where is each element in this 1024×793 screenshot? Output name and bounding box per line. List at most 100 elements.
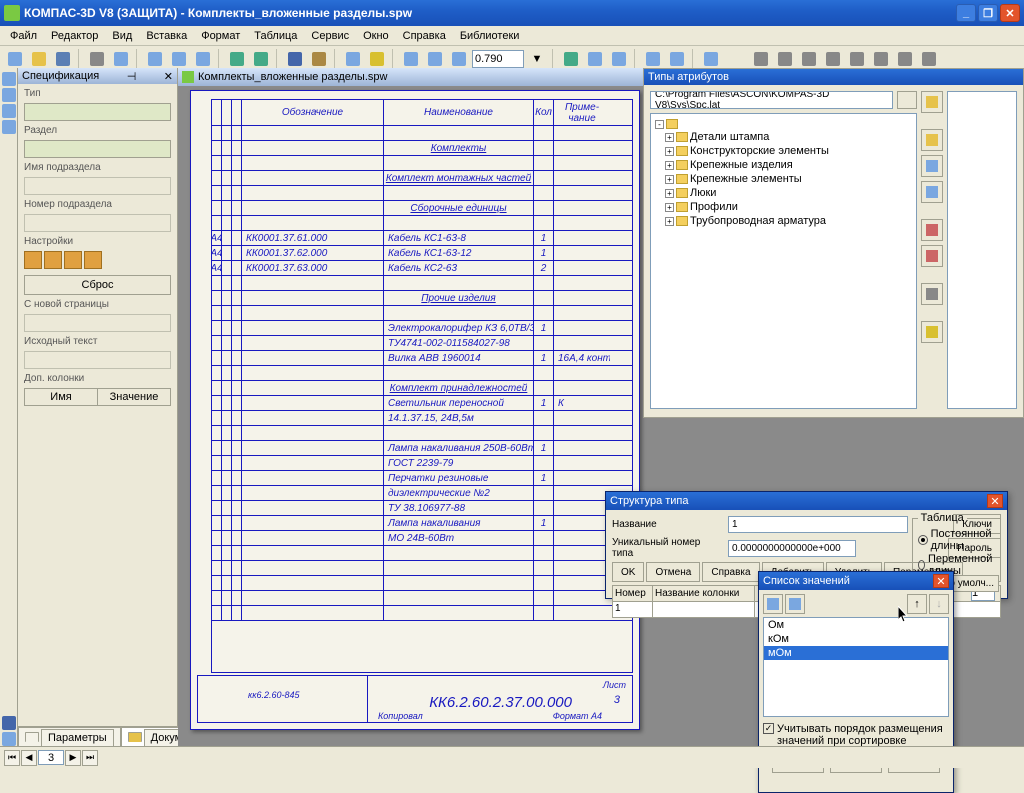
vlist-del-button[interactable] <box>785 594 805 614</box>
struct-cell-name[interactable] <box>653 602 755 617</box>
tb-zoom-out[interactable] <box>448 48 470 70</box>
values-list-header[interactable]: Список значений ✕ <box>759 572 953 590</box>
tb-grid2[interactable] <box>666 48 688 70</box>
menu-insert[interactable]: Вставка <box>140 28 193 44</box>
tb-cut[interactable] <box>144 48 166 70</box>
type-field[interactable] <box>24 103 171 121</box>
tb-save[interactable] <box>52 48 74 70</box>
tree-node[interactable]: +Трубопроводная арматура <box>653 214 914 228</box>
attr-path-field[interactable]: C:\Program Files\ASCON\KOMPAS-3D V8\Sys\… <box>650 91 893 109</box>
tb-redo[interactable] <box>250 48 272 70</box>
tb-fx[interactable] <box>284 48 306 70</box>
tree-node[interactable]: +Профили <box>653 200 914 214</box>
table-row[interactable]: Перчатки резиновые1 <box>212 471 632 486</box>
tb-paste[interactable] <box>192 48 214 70</box>
table-row[interactable]: ТУ 38.106977-88 <box>212 501 632 516</box>
table-row[interactable]: ГОСТ 2239-79 <box>212 456 632 471</box>
swatch-3[interactable] <box>64 251 82 269</box>
table-row[interactable]: А4КК0001.37.63.000Кабель КС2-632 <box>212 261 632 276</box>
vlist-sort-check[interactable]: Учитывать порядок размещения значений пр… <box>763 723 949 747</box>
page-input[interactable] <box>38 750 64 765</box>
table-row[interactable]: диэлектрические №2 <box>212 486 632 501</box>
menu-table[interactable]: Таблица <box>248 28 303 44</box>
table-row[interactable]: ТУ4741-002-011584027-98 <box>212 336 632 351</box>
tab-params[interactable]: Параметры <box>18 727 121 746</box>
table-row[interactable]: Вилка АВВ 1960014116А,4 конт <box>212 351 632 366</box>
struct-cancel-button[interactable]: Отмена <box>646 562 700 582</box>
values-listbox[interactable]: Ом кОм мОм <box>763 617 949 717</box>
tb-help[interactable] <box>366 48 388 70</box>
vbtn-3[interactable] <box>2 104 16 118</box>
tb-zoom-in[interactable] <box>424 48 446 70</box>
tree-node[interactable]: +Крепежные элементы <box>653 172 914 186</box>
tb-grid[interactable] <box>642 48 664 70</box>
menu-libraries[interactable]: Библиотеки <box>454 28 526 44</box>
attr-btn-del2[interactable] <box>921 245 943 267</box>
vlist-up-button[interactable]: ↑ <box>907 594 927 614</box>
spec-panel-pin-icon[interactable]: ⊣ <box>127 70 137 83</box>
page-next-button[interactable]: ▶ <box>65 750 81 766</box>
spec-panel-close-icon[interactable]: ✕ <box>164 70 173 83</box>
attr-tree[interactable]: - +Детали штампа +Конструкторские элемен… <box>650 113 917 409</box>
table-row[interactable]: 14.1.37.15, 24В,5м <box>212 411 632 426</box>
tb-g4[interactable] <box>822 48 844 70</box>
tb-g8[interactable] <box>918 48 940 70</box>
tb-preview[interactable] <box>110 48 132 70</box>
tb-zoom-dropdown[interactable]: ▼ <box>526 48 548 70</box>
attr-btn-new[interactable] <box>921 129 943 151</box>
maximize-button[interactable]: ❐ <box>978 4 998 22</box>
page-last-button[interactable]: ⏭ <box>82 750 98 766</box>
tb-print[interactable] <box>86 48 108 70</box>
tb-new[interactable] <box>4 48 26 70</box>
minimize-button[interactable]: _ <box>956 4 976 22</box>
table-row[interactable]: Электрокалорифер КЗ 6,0ТВ/ЗТ1 <box>212 321 632 336</box>
struct-help-button[interactable]: Справка <box>702 562 759 582</box>
tree-node[interactable]: +Конструкторские элементы <box>653 144 914 158</box>
list-item[interactable]: мОм <box>764 646 948 660</box>
page-first-button[interactable]: ⏮ <box>4 750 20 766</box>
tree-node[interactable]: +Люки <box>653 186 914 200</box>
attr-btn-exit[interactable] <box>921 283 943 305</box>
swatch-2[interactable] <box>44 251 62 269</box>
struct-uid-input[interactable] <box>728 540 856 557</box>
table-row[interactable]: А4КК0001.37.61.000Кабель КС1-63-81 <box>212 231 632 246</box>
struct-name-input[interactable] <box>728 516 908 533</box>
attr-btn-edit[interactable] <box>921 155 943 177</box>
table-row[interactable]: А4КК0001.37.62.000Кабель КС1-63-121 <box>212 246 632 261</box>
tb-vars[interactable] <box>342 48 364 70</box>
menu-view[interactable]: Вид <box>106 28 138 44</box>
structure-dialog-header[interactable]: Структура типа ✕ <box>606 492 1007 510</box>
tb-open[interactable] <box>28 48 50 70</box>
swatch-4[interactable] <box>84 251 102 269</box>
tb-g5[interactable] <box>846 48 868 70</box>
vbtn-sigma[interactable] <box>2 716 16 730</box>
vbtn-mode[interactable] <box>2 732 16 746</box>
menu-file[interactable]: Файл <box>4 28 43 44</box>
struct-radio-fixed[interactable]: Постоянной длины <box>918 528 995 552</box>
tb-undo[interactable] <box>226 48 248 70</box>
struct-ok-button[interactable]: OK <box>612 562 644 582</box>
list-item[interactable]: Ом <box>764 618 948 632</box>
tb-nav[interactable] <box>584 48 606 70</box>
vbtn-2[interactable] <box>2 88 16 102</box>
attr-btn-del[interactable] <box>921 219 943 241</box>
attr-btn-copy[interactable] <box>921 181 943 203</box>
values-list-close-icon[interactable]: ✕ <box>933 574 949 588</box>
vlist-down-button[interactable]: ↓ <box>929 594 949 614</box>
attr-path-browse[interactable] <box>897 91 917 109</box>
struct-cell-num[interactable]: 1 <box>613 602 653 617</box>
tb-g2[interactable] <box>774 48 796 70</box>
close-button[interactable]: ✕ <box>1000 4 1020 22</box>
tb-g7[interactable] <box>894 48 916 70</box>
reset-button[interactable]: Сброс <box>24 275 171 295</box>
tb-zoom-fit[interactable] <box>400 48 422 70</box>
vbtn-1[interactable] <box>2 72 16 86</box>
table-row[interactable]: Светильник переносной1К <box>212 396 632 411</box>
vbtn-4[interactable] <box>2 120 16 134</box>
menu-service[interactable]: Сервис <box>305 28 355 44</box>
tree-node[interactable]: +Детали штампа <box>653 130 914 144</box>
tb-g3[interactable] <box>798 48 820 70</box>
tb-nav2[interactable] <box>608 48 630 70</box>
structure-close-icon[interactable]: ✕ <box>987 494 1003 508</box>
list-item[interactable]: кОм <box>764 632 948 646</box>
